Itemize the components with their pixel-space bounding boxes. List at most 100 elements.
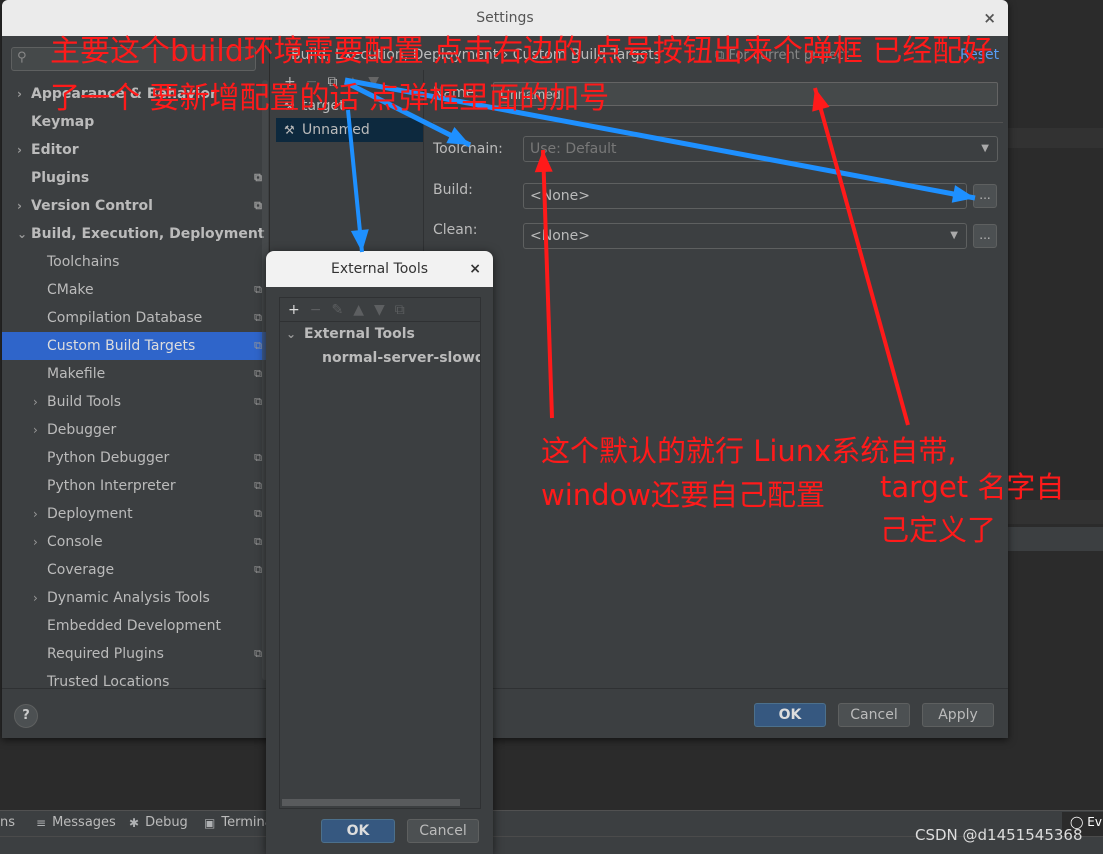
sidebar-item-label: Console	[47, 534, 103, 550]
horizontal-scrollbar[interactable]	[282, 799, 460, 806]
sidebar-item[interactable]: Python Debugger ⧉	[2, 444, 270, 472]
chevron-right-icon[interactable]: ›	[33, 528, 38, 556]
chevron-down-icon: ⌄	[286, 327, 297, 341]
apply-button[interactable]: Apply	[922, 703, 994, 727]
tool-tab-label: Messages	[52, 815, 116, 830]
sidebar-item[interactable]: › Version Control ⧉	[2, 192, 270, 220]
clean-select[interactable]: <None> ▼	[523, 223, 967, 249]
sidebar-item-label: Keymap	[31, 114, 95, 130]
edit-tool-button[interactable]: ✎	[331, 302, 343, 318]
name-input[interactable]	[493, 82, 998, 106]
cancel-button[interactable]: Cancel	[838, 703, 910, 727]
sidebar-item-label: Plugins	[31, 170, 90, 186]
ok-button[interactable]: OK	[754, 703, 826, 727]
external-tools-title: External Tools	[330, 261, 429, 277]
tool-tab-debug[interactable]: ✱ Debug	[129, 815, 188, 830]
clean-browse-button[interactable]: ...	[973, 224, 997, 248]
add-tool-button[interactable]: +	[288, 302, 300, 318]
cancel-button[interactable]: Cancel	[407, 819, 479, 843]
sidebar-item[interactable]: › Dynamic Analysis Tools	[2, 584, 270, 612]
sidebar-item[interactable]: Coverage ⧉	[2, 556, 270, 584]
sidebar-item[interactable]: › Deployment ⧉	[2, 500, 270, 528]
sidebar-item-label: Required Plugins	[47, 646, 164, 662]
chevron-right-icon[interactable]: ›	[17, 136, 22, 164]
target-item[interactable]: ⚒ target	[276, 94, 423, 118]
clean-value: <None>	[530, 228, 590, 244]
project-level-icon: ⧉	[254, 171, 262, 184]
chevron-right-icon[interactable]: ›	[33, 584, 38, 612]
sidebar-item-label: CMake	[47, 282, 94, 298]
add-target-button[interactable]: +	[284, 74, 296, 90]
clean-label: Clean:	[433, 222, 478, 238]
copy-tool-button[interactable]: ⧉	[395, 302, 405, 318]
sidebar-item-label: Version Control	[31, 198, 153, 214]
move-down-button[interactable]: ▼	[368, 74, 379, 90]
project-level-icon: ⧉	[254, 311, 262, 324]
target-label: Unnamed	[302, 122, 370, 138]
tool-tab-terminal[interactable]: ▣ Termina	[204, 815, 273, 830]
watermark: CSDN @d1451545368	[915, 826, 1083, 844]
sidebar-item[interactable]: Python Interpreter ⧉	[2, 472, 270, 500]
sidebar-item[interactable]: › Build Tools ⧉	[2, 388, 270, 416]
sidebar-item[interactable]: › Debugger	[2, 416, 270, 444]
sidebar-item[interactable]: › Console ⧉	[2, 528, 270, 556]
toolchain-select[interactable]: Use: Default ▼	[523, 136, 998, 162]
copy-target-button[interactable]: ⧉	[327, 74, 337, 90]
chevron-right-icon[interactable]: ›	[33, 388, 38, 416]
move-up-button[interactable]: ▲	[353, 302, 364, 318]
project-level-icon: ⧉	[254, 507, 262, 520]
close-icon[interactable]: ×	[469, 251, 481, 287]
ide-editor-strip	[1008, 128, 1103, 148]
ide-editor-strip	[1008, 527, 1103, 551]
tool-tab-messages[interactable]: ≡ Messages	[36, 815, 116, 830]
remove-tool-button[interactable]: −	[310, 302, 322, 318]
chevron-down-icon: ▼	[981, 143, 989, 154]
settings-sidebar: ⚲ › Appearance & Behavior Keymap › Editor Plu…	[2, 36, 270, 690]
sidebar-item-label: Python Debugger	[47, 450, 170, 466]
event-log-label: Ev	[1087, 815, 1102, 829]
help-button[interactable]: ?	[14, 704, 38, 728]
build-select[interactable]: <None> ▼	[523, 183, 967, 209]
project-level-icon: ⧉	[254, 339, 262, 352]
sidebar-item[interactable]: CMake ⧉	[2, 276, 270, 304]
sidebar-item[interactable]: Embedded Development	[2, 612, 270, 640]
chevron-right-icon[interactable]: ›	[33, 416, 38, 444]
chevron-down-icon: ▼	[950, 190, 958, 201]
sidebar-item[interactable]: Custom Build Targets ⧉	[2, 332, 270, 360]
tool-tab-problems[interactable]: ns	[0, 815, 15, 830]
external-tools-group[interactable]: ⌄ External Tools	[280, 322, 480, 346]
settings-search[interactable]: ⚲	[11, 47, 256, 71]
reset-link[interactable]: Reset	[960, 47, 999, 63]
build-value: <None>	[530, 188, 590, 204]
sidebar-item[interactable]: Compilation Database ⧉	[2, 304, 270, 332]
project-level-icon: ⧉	[254, 563, 262, 576]
sidebar-item[interactable]: › Editor	[2, 136, 270, 164]
sidebar-item[interactable]: › Appearance & Behavior	[2, 80, 270, 108]
project-level-icon: ⧉	[254, 647, 262, 660]
close-icon[interactable]: ×	[983, 0, 996, 36]
chevron-right-icon[interactable]: ›	[17, 192, 22, 220]
sidebar-item[interactable]: Keymap	[2, 108, 270, 136]
sidebar-item[interactable]: Toolchains	[2, 248, 270, 276]
external-tool-item[interactable]: normal-server-slowdeb	[280, 346, 480, 370]
settings-footer: ? OK Cancel Apply	[2, 688, 1008, 738]
sidebar-item[interactable]: Plugins ⧉	[2, 164, 270, 192]
sidebar-item[interactable]: ⌄ Build, Execution, Deployment	[2, 220, 270, 248]
move-down-button[interactable]: ▼	[374, 302, 385, 318]
chevron-down-icon[interactable]: ⌄	[17, 220, 27, 248]
sidebar-item-label: Compilation Database	[47, 310, 203, 326]
chevron-right-icon[interactable]: ›	[17, 80, 22, 108]
ok-button[interactable]: OK	[321, 819, 395, 843]
chevron-right-icon[interactable]: ›	[33, 500, 38, 528]
move-up-button[interactable]: ▲	[347, 74, 358, 90]
target-item[interactable]: ⚒ Unnamed	[276, 118, 423, 142]
settings-tree: › Appearance & Behavior Keymap › Editor Plugi…	[2, 80, 270, 696]
sidebar-item[interactable]: Required Plugins ⧉	[2, 640, 270, 668]
remove-target-button[interactable]: −	[306, 74, 318, 90]
separator	[433, 122, 1003, 123]
build-browse-button[interactable]: ...	[973, 184, 997, 208]
project-level-icon: ⧉	[254, 367, 262, 380]
search-input[interactable]	[36, 50, 251, 68]
search-icon: ⚲	[17, 50, 27, 65]
sidebar-item[interactable]: Makefile ⧉	[2, 360, 270, 388]
